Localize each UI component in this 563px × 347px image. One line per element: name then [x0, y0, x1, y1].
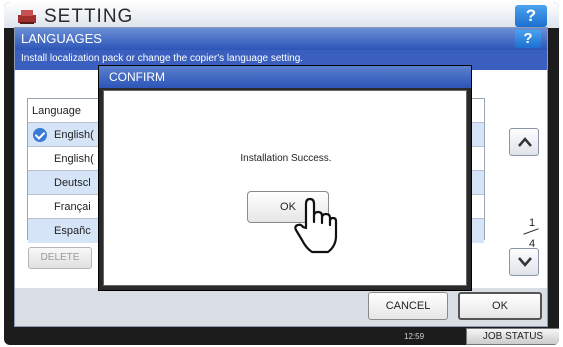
confirm-dialog: CONFIRM Installation Success. OK	[98, 65, 472, 291]
language-label: Deutscl	[54, 177, 91, 189]
setting-help-button[interactable]: ?	[515, 5, 547, 27]
scroll-up-button[interactable]	[509, 128, 539, 156]
chevron-up-icon	[518, 137, 532, 147]
language-column-header: Language	[32, 105, 81, 117]
language-label: Españc	[54, 225, 91, 237]
confirm-body: Installation Success. OK	[103, 90, 467, 286]
chevron-down-icon	[518, 257, 532, 267]
status-clock: 12:59	[404, 332, 425, 341]
confirm-message: Installation Success.	[240, 153, 332, 164]
language-label: English(	[54, 153, 94, 165]
confirm-title: CONFIRM	[109, 70, 165, 84]
check-icon	[33, 128, 47, 142]
language-label: Françai	[54, 201, 91, 213]
setting-title: SETTING	[44, 6, 134, 27]
languages-header: LANGUAGES ?	[15, 28, 547, 50]
setting-title-bar: SETTING ?	[4, 2, 559, 28]
delete-button[interactable]: DELETE	[28, 247, 92, 269]
language-label: English(	[54, 129, 94, 141]
instruction-text: Install localization pack or change the …	[21, 53, 304, 64]
languages-title: LANGUAGES	[21, 31, 102, 46]
languages-help-button[interactable]: ?	[515, 30, 541, 48]
page-current: 1	[529, 217, 536, 229]
cancel-button[interactable]: CANCEL	[368, 292, 448, 320]
confirm-header: CONFIRM	[99, 66, 471, 88]
hand-pointer-icon	[294, 197, 338, 254]
copier-icon	[18, 10, 36, 24]
ok-button[interactable]: OK	[458, 292, 542, 320]
job-status-button[interactable]: JOB STATUS	[466, 328, 559, 345]
page-divider	[523, 228, 539, 235]
scroll-down-button[interactable]	[509, 248, 539, 276]
